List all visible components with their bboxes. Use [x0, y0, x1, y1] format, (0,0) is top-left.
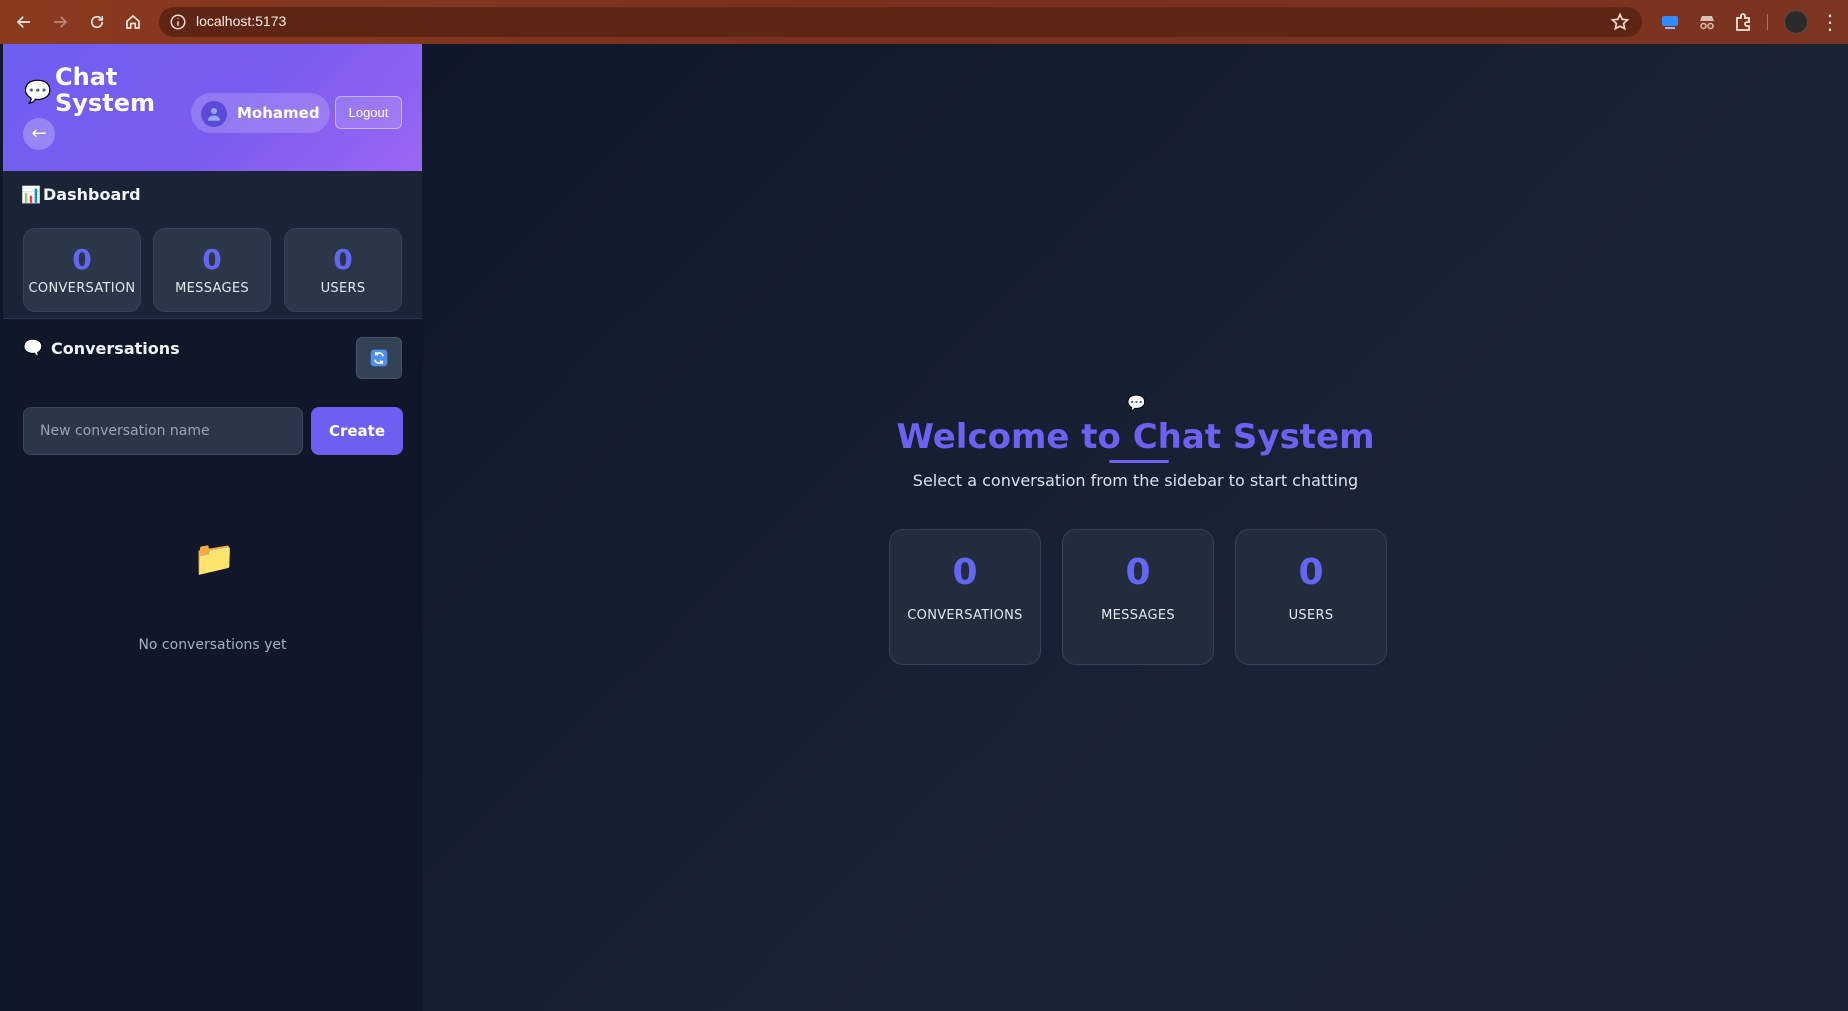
- home-icon[interactable]: [117, 6, 149, 38]
- stat-value: 0: [333, 243, 353, 276]
- stat-value: 0: [72, 243, 92, 276]
- bar-chart-icon: 📊: [21, 185, 41, 204]
- stat-value: 0: [202, 243, 222, 276]
- speech-bubble-icon: 💬: [1127, 394, 1146, 412]
- sidebar: 💬 Chat System ← Mohamed Logout 📊 Dashboa…: [3, 44, 422, 1011]
- empty-state-text: No conversations yet: [138, 637, 287, 653]
- stat-label: MESSAGES: [1101, 608, 1175, 623]
- dashboard-title: Dashboard: [43, 185, 141, 204]
- app-title: Chat System: [55, 63, 155, 117]
- main-panel: 💬 Welcome to Chat System Select a conver…: [423, 44, 1848, 1011]
- sidebar-header: 💬 Chat System ← Mohamed Logout: [3, 44, 422, 171]
- extension-incognito-icon[interactable]: [1696, 11, 1718, 33]
- stat-label: CONVERSATIONS: [907, 608, 1023, 623]
- toolbar-divider: [1767, 14, 1768, 30]
- user-badge: Mohamed: [191, 93, 330, 133]
- conversations-title: Conversations: [51, 339, 180, 358]
- conversations-section: 🗨️ Conversations Create 📁 No conversatio…: [3, 319, 422, 1011]
- refresh-button[interactable]: [356, 337, 402, 379]
- speech-bubble-icon: 💬: [24, 80, 52, 105]
- stat-value: 0: [1125, 552, 1151, 593]
- stat-label: MESSAGES: [175, 281, 249, 296]
- stat-value: 0: [1298, 552, 1324, 593]
- browser-toolbar: localhost:5173 ⋮: [0, 0, 1848, 44]
- profile-avatar-icon[interactable]: [1784, 10, 1808, 34]
- stat-card-messages: 0 MESSAGES: [1062, 529, 1214, 665]
- folder-icon: 📁: [193, 539, 236, 579]
- stat-card-messages: 0 MESSAGES: [153, 228, 271, 312]
- stat-label: USERS: [320, 281, 366, 296]
- stat-card-conversations: 0 CONVERSATION: [23, 228, 141, 312]
- more-menu-icon[interactable]: ⋮: [1820, 10, 1840, 34]
- user-avatar-icon: [201, 101, 227, 127]
- stat-label: CONVERSATION: [28, 281, 136, 296]
- create-conversation-button[interactable]: Create: [311, 407, 403, 455]
- chat-bubble-icon: 🗨️: [23, 338, 43, 357]
- stat-card-users: 0 USERS: [1235, 529, 1387, 665]
- stat-card-users: 0 USERS: [284, 228, 402, 312]
- welcome-subtitle: Select a conversation from the sidebar t…: [912, 471, 1359, 490]
- url-text: localhost:5173: [196, 13, 287, 29]
- reload-icon[interactable]: [81, 6, 113, 38]
- title-underline: [1109, 460, 1169, 463]
- dashboard-section: 📊 Dashboard 0 CONVERSATION 0 MESSAGES 0 …: [3, 171, 422, 319]
- address-bar[interactable]: localhost:5173: [159, 7, 1642, 37]
- refresh-icon: [370, 349, 388, 367]
- stat-label: USERS: [1288, 608, 1334, 623]
- back-arrow-icon[interactable]: [8, 6, 40, 38]
- back-button[interactable]: ←: [23, 118, 55, 150]
- stat-value: 0: [952, 552, 978, 593]
- new-conversation-input[interactable]: [23, 407, 303, 455]
- welcome-title: Welcome to Chat System: [896, 417, 1375, 457]
- bookmark-star-icon[interactable]: [1610, 12, 1630, 32]
- logout-button[interactable]: Logout: [335, 96, 402, 129]
- user-name: Mohamed: [237, 104, 320, 122]
- forward-arrow-icon[interactable]: [44, 6, 76, 38]
- stat-card-conversations: 0 CONVERSATIONS: [889, 529, 1041, 665]
- site-info-icon[interactable]: [169, 13, 187, 31]
- extensions-puzzle-icon[interactable]: [1732, 11, 1754, 33]
- extension-screen-icon[interactable]: [1659, 11, 1681, 33]
